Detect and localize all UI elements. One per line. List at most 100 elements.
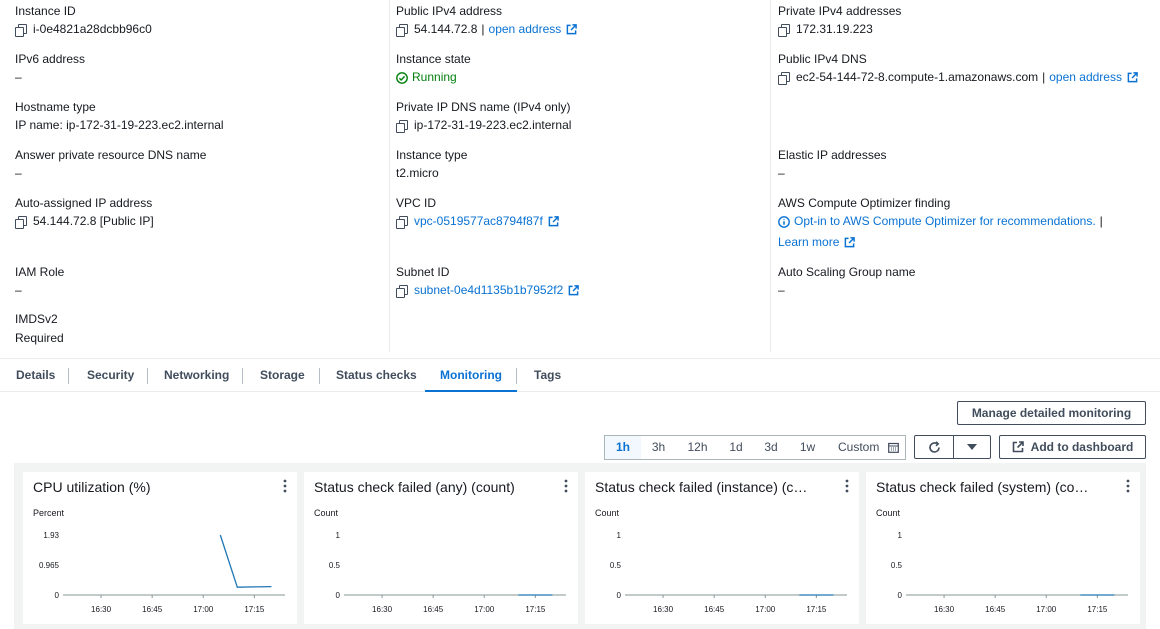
refresh-button[interactable]	[914, 435, 954, 459]
copy-icon[interactable]	[396, 24, 408, 37]
tab-status-checks[interactable]: Status checks	[336, 359, 417, 392]
public-ipv4-field: Public IPv4 address 54.144.72.8 | open add…	[396, 4, 577, 37]
answer-dns-value: –	[15, 166, 22, 180]
status-check-instance-card: Status check failed (instance) (c… Count…	[585, 472, 859, 624]
instance-type-field: Instance type t2.micro	[396, 148, 467, 181]
range-1h[interactable]: 1h	[605, 436, 641, 459]
tab-details[interactable]: Details	[16, 359, 55, 392]
external-link-icon[interactable]	[568, 285, 579, 296]
private-ipv4-value: 172.31.19.223	[796, 22, 873, 36]
range-custom[interactable]: Custom	[826, 436, 906, 459]
tab-divider	[147, 368, 148, 384]
refresh-icon	[928, 440, 940, 453]
ipv6-field: IPv6 address –	[15, 52, 85, 85]
y-tick-label: 0.5	[329, 561, 341, 570]
tab-divider	[516, 368, 517, 384]
more-options-icon[interactable]	[283, 479, 287, 493]
y-axis-label: Count	[876, 508, 901, 518]
x-tick-label: 16:45	[423, 605, 444, 614]
status-check-instance-chart: Count 1 0.5 0 16:30 16:45 17:00 17:15	[595, 508, 847, 614]
info-icon	[778, 215, 790, 228]
tab-tags[interactable]: Tags	[534, 359, 561, 392]
x-tick-label: 17:15	[525, 605, 546, 614]
details-column-3: Private IPv4 addresses 172.31.19.223 Pub…	[771, 0, 1160, 352]
more-options-icon[interactable]	[564, 479, 568, 493]
y-tick-label: 0	[336, 591, 341, 600]
learn-more-link[interactable]: Learn more	[778, 235, 839, 250]
tab-divider	[68, 368, 69, 384]
copy-icon[interactable]	[778, 72, 790, 85]
vpc-id-field: VPC ID vpc-0519577ac8794f87f	[396, 196, 559, 229]
chart-title: Status check failed (system) (co…	[876, 479, 1089, 495]
hostname-type-value: IP name: ip-172-31-19-223.ec2.internal	[15, 118, 224, 132]
external-link-icon[interactable]	[1127, 72, 1138, 83]
hostname-type-label: Hostname type	[15, 100, 96, 114]
imdsv2-label: IMDSv2	[15, 312, 58, 326]
public-ipv4-label: Public IPv4 address	[396, 4, 503, 18]
public-dns-field: Public IPv4 DNS ec2-54-144-72-8.compute-…	[778, 52, 1138, 85]
x-tick-label: 16:45	[985, 605, 1006, 614]
more-options-icon[interactable]	[1126, 479, 1130, 493]
tab-monitoring[interactable]: Monitoring	[425, 359, 517, 392]
subnet-id-link[interactable]: subnet-0e4d1135b1b7952f2	[414, 283, 563, 298]
external-link-icon[interactable]	[548, 216, 559, 227]
time-range-selector: 1h 3h 12h 1d 3d 1w Custom	[604, 435, 906, 460]
refresh-options-button[interactable]	[953, 435, 991, 459]
add-to-dashboard-label: Add to dashboard	[1030, 440, 1134, 454]
range-3h[interactable]: 3h	[641, 436, 676, 459]
iam-role-label: IAM Role	[15, 265, 65, 279]
instance-state-value: Running	[412, 70, 457, 84]
open-address-link[interactable]: open address	[1049, 70, 1122, 85]
status-check-system-card: Status check failed (system) (co… Count 1…	[866, 472, 1140, 624]
more-options-icon[interactable]	[845, 479, 849, 493]
x-tick-label: 16:30	[91, 605, 112, 614]
instance-type-label: Instance type	[396, 148, 468, 162]
tab-divider	[319, 368, 320, 384]
instance-id-label: Instance ID	[15, 4, 76, 18]
separator: |	[1099, 214, 1103, 228]
elastic-ip-value: –	[778, 166, 785, 180]
y-axis-label: Count	[595, 508, 620, 518]
copy-icon[interactable]	[396, 216, 408, 229]
cpu-utilization-chart: Percent 1.93 0.965 0 16:30 16:45 17:00 17:15	[33, 508, 285, 614]
y-tick-label: 1.93	[43, 531, 59, 540]
range-3d[interactable]: 3d	[753, 436, 789, 459]
y-tick-label: 0	[898, 591, 903, 600]
tab-storage[interactable]: Storage	[260, 359, 305, 392]
auto-ip-value: 54.144.72.8 [Public IP]	[33, 214, 154, 228]
range-1w[interactable]: 1w	[789, 436, 826, 459]
ipv6-value: –	[15, 70, 22, 84]
range-1d[interactable]: 1d	[719, 436, 753, 459]
y-axis-label: Count	[314, 508, 339, 518]
iam-role-value: –	[15, 283, 22, 297]
x-tick-label: 17:15	[244, 605, 265, 614]
copy-icon[interactable]	[15, 216, 27, 229]
copy-icon[interactable]	[15, 24, 27, 37]
series-line	[219, 534, 272, 588]
copy-icon[interactable]	[396, 285, 408, 298]
x-tick-label: 16:45	[142, 605, 163, 614]
subnet-id-field: Subnet ID subnet-0e4d1135b1b7952f2	[396, 265, 579, 298]
optimizer-link[interactable]: Opt-in to AWS Compute Optimizer for reco…	[794, 214, 1096, 229]
caret-down-icon	[967, 444, 977, 450]
external-link-icon[interactable]	[844, 237, 855, 248]
public-dns-label: Public IPv4 DNS	[778, 52, 867, 66]
external-link-icon[interactable]	[566, 24, 577, 35]
manage-detailed-monitoring-button[interactable]: Manage detailed monitoring	[957, 401, 1146, 425]
copy-icon[interactable]	[396, 120, 408, 133]
instance-state-label: Instance state	[396, 52, 471, 66]
status-check-system-chart: Count 1 0.5 0 16:30 16:45 17:00 17:15	[876, 508, 1128, 614]
tab-networking[interactable]: Networking	[164, 359, 229, 392]
x-tick-label: 17:15	[1087, 605, 1108, 614]
range-12h[interactable]: 12h	[676, 436, 719, 459]
add-to-dashboard-button[interactable]: Add to dashboard	[999, 435, 1146, 459]
tab-security[interactable]: Security	[87, 359, 134, 392]
vpc-id-link[interactable]: vpc-0519577ac8794f87f	[414, 214, 543, 229]
private-ipv4-label: Private IPv4 addresses	[778, 4, 902, 18]
private-dns-field: Private IP DNS name (IPv4 only) ip-172-3…	[396, 100, 571, 133]
copy-icon[interactable]	[778, 24, 790, 37]
open-address-link[interactable]: open address	[489, 22, 562, 37]
chart-title: CPU utilization (%)	[33, 479, 151, 495]
y-tick-label: 0	[55, 591, 60, 600]
details-column-1: Instance ID i-0e4821a28dcbb96c0 IPv6 add…	[0, 0, 390, 352]
